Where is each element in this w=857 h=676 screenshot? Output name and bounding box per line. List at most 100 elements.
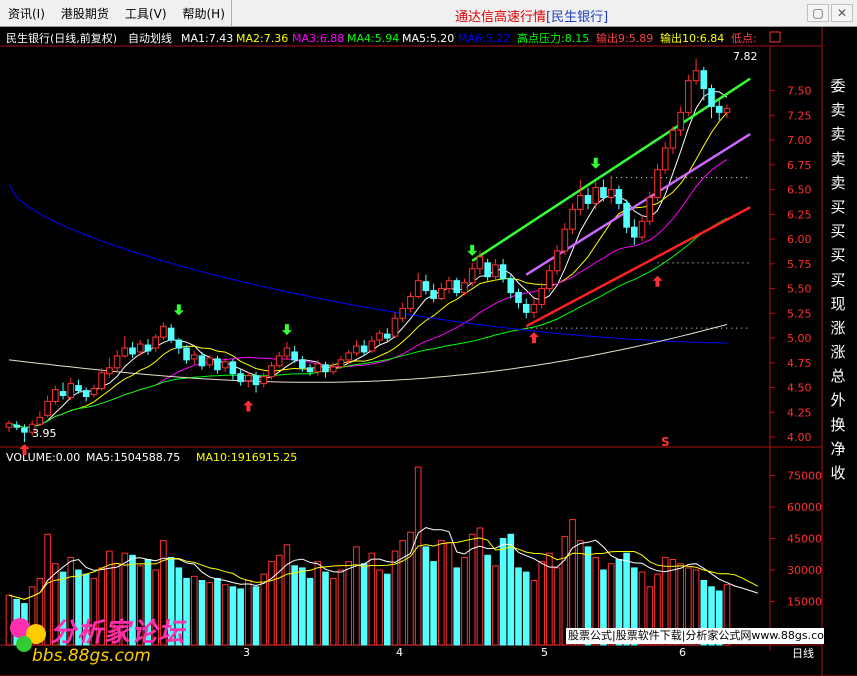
quote-label: 买 (830, 222, 846, 241)
candle-body (167, 327, 175, 341)
candle-body (715, 105, 723, 113)
volume-bar (507, 533, 515, 646)
quote-label: 外 (830, 391, 846, 410)
quote-label: 净 (830, 439, 846, 458)
candle-body (414, 280, 422, 298)
volume-bar (522, 571, 530, 646)
time-label-6: 6 (679, 646, 686, 659)
close-window-button[interactable]: ✕ (831, 4, 853, 22)
volume-bar (376, 569, 383, 646)
volume-bar (252, 586, 260, 646)
high-pressure-label: 高点压力:8.15 (517, 31, 589, 45)
candle-body (136, 343, 144, 353)
ma2-line (8, 112, 728, 429)
candle-body (631, 226, 638, 238)
volume-bar (299, 567, 306, 646)
candle-body (59, 391, 67, 397)
quote-label: 收 (830, 464, 846, 482)
kline-chart[interactable]: 民生银行(日线,前复权) 自动划线 MA1:7.43 MA2:7.36 MA3:… (0, 27, 857, 676)
candle-body (445, 280, 453, 290)
candle-body (499, 264, 507, 280)
candle-body (299, 359, 306, 369)
header-autodraw[interactable]: 自动划线 (128, 31, 172, 45)
candle-body (692, 70, 700, 82)
volume-bar (391, 550, 399, 646)
candle-body (492, 264, 499, 278)
panel-toggle-icon[interactable] (769, 31, 781, 43)
logo-brand: 分析家论坛 (50, 618, 186, 648)
watermark-banner: 股票公式|股票软件下载|分析家公式网www.88gs.com (566, 628, 824, 644)
menu-hk-futures[interactable]: 港股期货 (53, 5, 117, 22)
quote-label: 卖 (830, 101, 846, 120)
volume-bar (538, 561, 545, 646)
logo-url: bbs.88gs.com (32, 646, 151, 666)
candle-body (237, 373, 244, 383)
candle-body (576, 195, 584, 210)
price-tick-label: 7.00 (787, 134, 812, 147)
candle-body (685, 80, 692, 113)
candle-body (723, 107, 731, 113)
price-tick-label: 6.25 (787, 208, 812, 221)
quote-label: 卖 (830, 149, 846, 168)
candle-body (646, 196, 654, 222)
volume-bar (337, 569, 345, 646)
restore-window-button[interactable]: ▢ (807, 4, 829, 22)
volume-bar (345, 561, 352, 646)
candle-body (152, 336, 159, 349)
quote-label: 卖 (830, 173, 846, 192)
buy-signal-arrow-icon (281, 324, 292, 336)
quote-label: 买 (830, 197, 846, 216)
candle-body (592, 187, 600, 204)
volume-bar (260, 573, 268, 646)
candle-body (353, 345, 360, 354)
candle-body (438, 288, 445, 299)
price-tick-label: 4.75 (787, 357, 812, 370)
ma2-label: MA2:7.36 (236, 32, 288, 45)
high-price-label: 7.82 (733, 50, 758, 63)
candle-body (546, 270, 553, 290)
volume-ma10-label: MA10:1916915.25 (196, 451, 297, 464)
candle-body (522, 303, 530, 313)
sell-marker: S (661, 435, 670, 449)
period-label[interactable]: 日线 (792, 645, 814, 661)
candle-body (623, 202, 630, 228)
chart-area[interactable]: 民生银行(日线,前复权) 自动划线 MA1:7.43 MA2:7.36 MA3:… (0, 27, 857, 676)
volume-bar (291, 565, 298, 646)
volume-bar (229, 586, 237, 646)
candle-body (407, 296, 414, 309)
price-tick-label: 4.00 (787, 431, 812, 444)
price-tick-label: 5.75 (787, 258, 812, 271)
app-title-stock: [民生银行] (546, 10, 609, 25)
candle-body (5, 422, 13, 428)
candle-body (44, 400, 51, 416)
candle-body (144, 344, 152, 352)
menu-tools[interactable]: 工具(V) (117, 5, 175, 22)
buy-signal-arrow-icon (590, 157, 601, 169)
volume-bar (353, 546, 360, 646)
candle-body (291, 351, 298, 361)
menu-help[interactable]: 帮助(H) (175, 5, 233, 22)
candle-body (661, 147, 669, 171)
candle-body (121, 347, 129, 357)
close-icon: ✕ (836, 6, 848, 20)
candle-body (515, 292, 522, 303)
volume-bar (499, 538, 507, 646)
quote-panel: 委卖卖卖卖买买买买现涨涨总外换净收 (826, 74, 850, 485)
volume-bar (414, 466, 422, 646)
volume-bar (453, 567, 461, 646)
low-point-label: 低点: (731, 32, 757, 45)
volume-bar (515, 567, 522, 646)
volume-bar (530, 580, 538, 646)
candle-body (245, 375, 252, 382)
candle-body (600, 187, 607, 198)
time-label-5: 5 (541, 646, 548, 659)
candle-body (206, 357, 214, 366)
volume-bar (445, 542, 453, 646)
candle-body (268, 365, 275, 378)
candle-body (322, 364, 329, 373)
menu-info[interactable]: 资讯(I) (0, 5, 53, 22)
candle-body (383, 333, 391, 339)
quote-label: 现 (830, 294, 846, 313)
candle-body (275, 355, 283, 367)
volume-ma-lines (8, 527, 759, 600)
